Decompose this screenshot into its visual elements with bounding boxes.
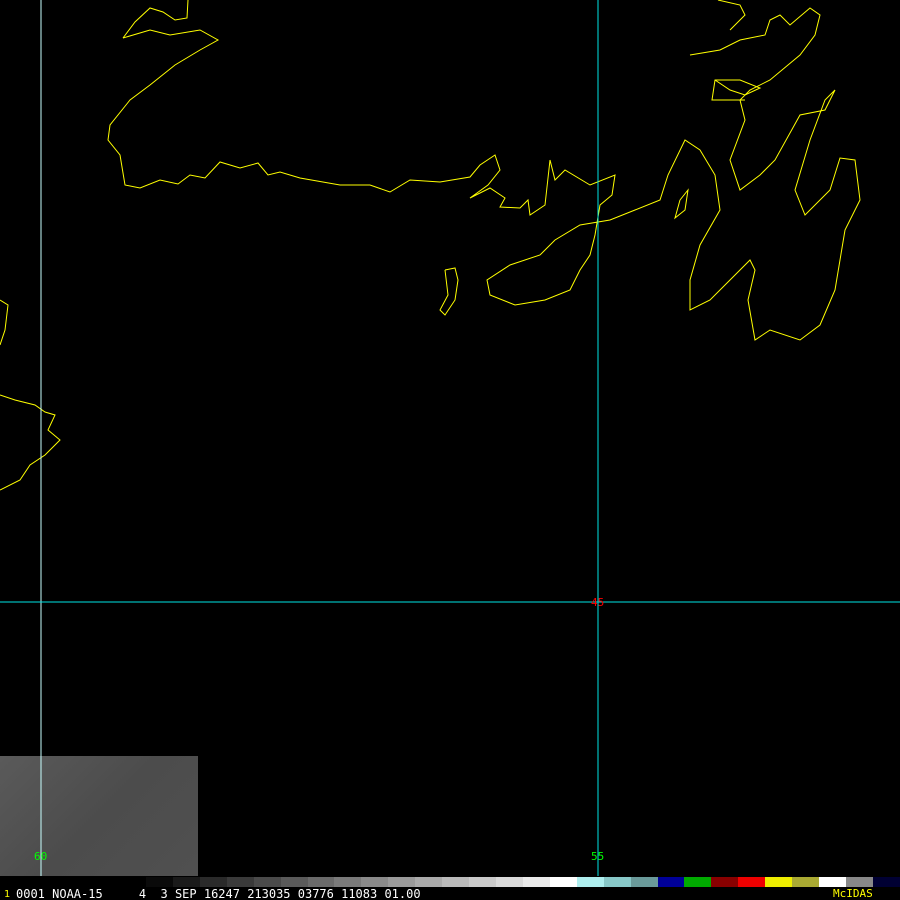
ramp-swatch [549, 877, 577, 887]
ramp-swatch [738, 877, 766, 887]
ramp-swatch [415, 877, 443, 887]
ramp-swatch [684, 877, 712, 887]
ramp-swatch [361, 877, 389, 887]
ramp-swatch [630, 877, 658, 887]
ramp-swatch [845, 877, 873, 887]
ramp-swatch [657, 877, 685, 887]
ramp-swatch [765, 877, 793, 887]
ramp-swatch [172, 877, 200, 887]
ramp-swatch [603, 877, 631, 887]
satellite-image-view: 60 55 45 1 0001 NOAA-15 4 3 SEP 16247 21… [0, 0, 900, 900]
ramp-swatch [199, 877, 227, 887]
ramp-swatch [711, 877, 739, 887]
ramp-swatch [307, 877, 335, 887]
brand-label: McIDAS [833, 887, 873, 900]
ramp-swatch [576, 877, 604, 887]
ramp-swatch [334, 877, 362, 887]
ramp-swatch [522, 877, 550, 887]
map-overlay [0, 0, 900, 900]
coastlines [0, 0, 861, 491]
ramp-swatch [226, 877, 254, 887]
status-line: 0001 NOAA-15 4 3 SEP 16247 213035 03776 … [16, 887, 421, 900]
graticule [0, 0, 900, 900]
ramp-swatch [388, 877, 416, 887]
ramp-swatch [253, 877, 281, 887]
lat-label-45: 45 [591, 596, 605, 609]
ramp-swatch [469, 877, 496, 887]
ramp-swatch [872, 877, 900, 887]
ramp-swatch [792, 877, 820, 887]
ramp-swatch [442, 877, 470, 887]
ramp-swatch [819, 877, 846, 887]
lon-label-60: 60 [34, 850, 48, 863]
lon-label-55: 55 [591, 850, 605, 863]
ramp-swatch [495, 877, 523, 887]
ramp-swatch [146, 877, 173, 887]
ramp-swatch [280, 877, 308, 887]
frame-marker: 1 [4, 889, 11, 900]
color-ramp [146, 877, 900, 887]
